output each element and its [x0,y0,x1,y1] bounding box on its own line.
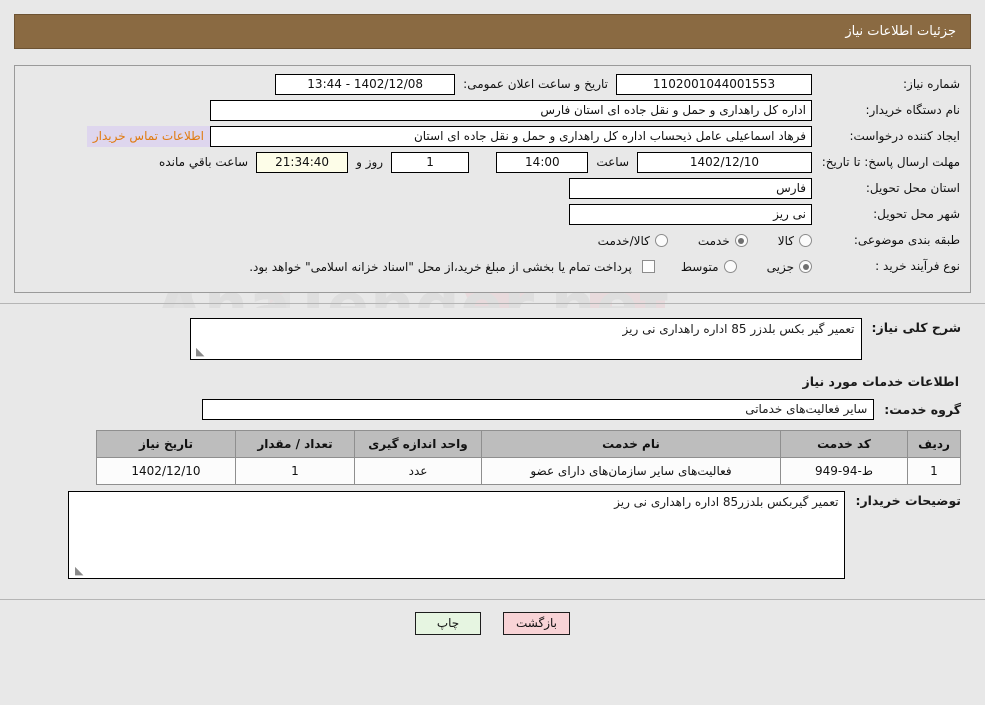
table-header-row: ردیف کد خدمت نام خدمت واحد اندازه گیری ت… [96,430,961,458]
process-option-motevaset-label: متوسط [680,259,719,274]
services-table: ردیف کد خدمت نام خدمت واحد اندازه گیری ت… [96,430,961,485]
buyer-notes-textarea[interactable]: تعمیر گیربکس بلدزر85 اداره راهداری نی ری… [68,491,846,579]
category-option-khedmat[interactable]: خدمت [672,234,748,248]
radio-icon-kala[interactable] [799,234,812,247]
col-header-date: تاریخ نیاز [96,430,236,458]
col-header-code: کد خدمت [780,430,908,458]
remaining-days-label: روز و [356,155,384,169]
islamic-treasury-note: پرداخت تمام یا بخشی از مبلغ خرید،از محل … [249,259,632,274]
table-row: 1 ط-94-949 فعالیت‌های سایر سازمان‌های دا… [96,457,961,485]
print-button[interactable]: چاپ [415,612,481,635]
category-option-kala-khedmat[interactable]: کالا/خدمت [572,234,668,248]
radio-icon-kala-khedmat[interactable] [654,234,668,247]
page-title: جزئیات اطلاعات نیاز [845,24,956,39]
services-heading: اطلاعات خدمات مورد نیاز [802,374,960,389]
announce-date-label: تاریخ و ساعت اعلان عمومی: [463,77,608,91]
overview-row: شرح کلی نیاز: تعمیر گیر بکس بلدزر 85 ادا… [24,318,961,360]
overview-label: شرح کلی نیاز: [871,320,961,335]
radio-icon-khedmat[interactable] [734,234,748,247]
buyer-notes-text: تعمیر گیربکس بلدزر85 اداره راهداری نی ری… [614,495,839,509]
need-number-label: شماره نیاز: [903,77,960,91]
buyer-notes-label: توضیحات خریدار: [855,493,961,508]
province-label: استان محل تحویل: [865,181,960,195]
need-details-panel: شرح کلی نیاز: تعمیر گیر بکس بلدزر 85 ادا… [14,308,971,589]
category-option-kala-label: کالا [777,233,794,248]
radio-icon-motevaset[interactable] [723,260,737,273]
countdown-label: ساعت باقي مانده [159,155,249,169]
category-option-kala-khedmat-label: کالا/خدمت [597,233,650,248]
footer-actions: بازگشت چاپ [0,599,985,635]
cell-radif: 1 [907,457,961,485]
resize-grip-icon-overview[interactable]: ◣ [193,346,204,358]
process-option-jozei[interactable]: جزیی [741,260,812,274]
buyer-contact-link[interactable]: اطلاعات تماس خریدار [86,126,210,147]
province-row: استان محل تحویل: فارس [25,178,960,199]
requester-label: ایجاد کننده درخواست: [849,129,960,143]
cell-code: ط-94-949 [780,457,908,485]
back-button[interactable]: بازگشت [503,612,570,635]
cell-qty: 1 [235,457,355,485]
category-option-khedmat-label: خدمت [697,233,730,248]
cell-name: فعالیت‌های سایر سازمان‌های دارای عضو [481,457,781,485]
buyer-org-label: نام دستگاه خریدار: [865,103,961,117]
deadline-spacer [469,156,496,170]
category-label: طبقه بندی موضوعی: [853,233,960,247]
section-divider-top [0,303,985,304]
deadline-hour-label: ساعت [596,155,629,169]
need-number-row: شماره نیاز: 1102001044001553 تاریخ و ساع… [25,74,960,95]
col-header-qty: تعداد / مقدار [235,430,355,458]
page-root: جزئیات اطلاعات نیاز شماره نیاز: 11020010… [0,14,985,635]
category-radio-group: کالا خدمت کالا/خدمت [572,234,812,248]
buyer-org-row: نام دستگاه خریدار: اداره کل راهداری و حم… [25,100,960,121]
col-header-radif: ردیف [907,430,961,458]
service-group-label: گروه خدمت: [884,402,961,417]
category-option-kala[interactable]: کالا [752,234,812,248]
service-group-field: سایر فعالیت‌های خدماتی [202,399,875,420]
radio-icon-jozei[interactable] [799,260,812,273]
city-field: نی ریز [569,204,812,225]
need-summary-panel: شماره نیاز: 1102001044001553 تاریخ و ساع… [14,65,971,293]
overview-text: تعمیر گیر بکس بلدزر 85 اداره راهداری نی … [622,322,855,336]
col-header-name: نام خدمت [481,430,781,458]
process-radio-group: جزیی متوسط [655,260,812,274]
announce-date-field: 1402/12/08 - 13:44 [275,74,456,95]
buyer-notes-row: توضیحات خریدار: تعمیر گیربکس بلدزر85 ادا… [24,491,961,579]
process-label: نوع فرآیند خرید : [875,259,960,273]
resize-grip-icon-notes[interactable]: ◣ [71,565,83,577]
deadline-time-field: 14:00 [496,152,589,173]
city-row: شهر محل تحویل: نی ریز [25,204,960,225]
deadline-label: مهلت ارسال پاسخ: تا تاریخ: [821,155,960,169]
buyer-org-field: اداره کل راهداری و حمل و نقل جاده ای است… [210,100,812,121]
service-group-row: گروه خدمت: سایر فعالیت‌های خدماتی [24,399,961,420]
islamic-treasury-checkbox[interactable] [641,260,655,273]
province-field: فارس [569,178,812,199]
requester-field: فرهاد اسماعیلی عامل ذیحساب اداره کل راهد… [210,126,812,147]
category-row: طبقه بندی موضوعی: کالا خدمت کالا/خدمت [25,230,960,251]
page-title-bar: جزئیات اطلاعات نیاز [14,14,971,49]
requester-row: ایجاد کننده درخواست: فرهاد اسماعیلی عامل… [25,126,960,147]
process-row: نوع فرآیند خرید : جزیی متوسط پرداخت تمام… [25,256,960,277]
city-label: شهر محل تحویل: [873,207,960,221]
need-number-field: 1102001044001553 [616,74,812,95]
remaining-days-field: 1 [391,152,470,173]
overview-textarea[interactable]: تعمیر گیر بکس بلدزر 85 اداره راهداری نی … [189,318,862,360]
deadline-row: مهلت ارسال پاسخ: تا تاریخ: 1402/12/10 سا… [25,152,960,173]
cell-unit: عدد [354,457,482,485]
countdown-timer-field: 21:34:40 [256,152,349,173]
deadline-date-field: 1402/12/10 [637,152,812,173]
process-option-jozei-label: جزیی [766,259,794,274]
cell-date: 1402/12/10 [96,457,236,485]
col-header-unit: واحد اندازه گیری [354,430,482,458]
process-option-motevaset[interactable]: متوسط [655,260,737,274]
